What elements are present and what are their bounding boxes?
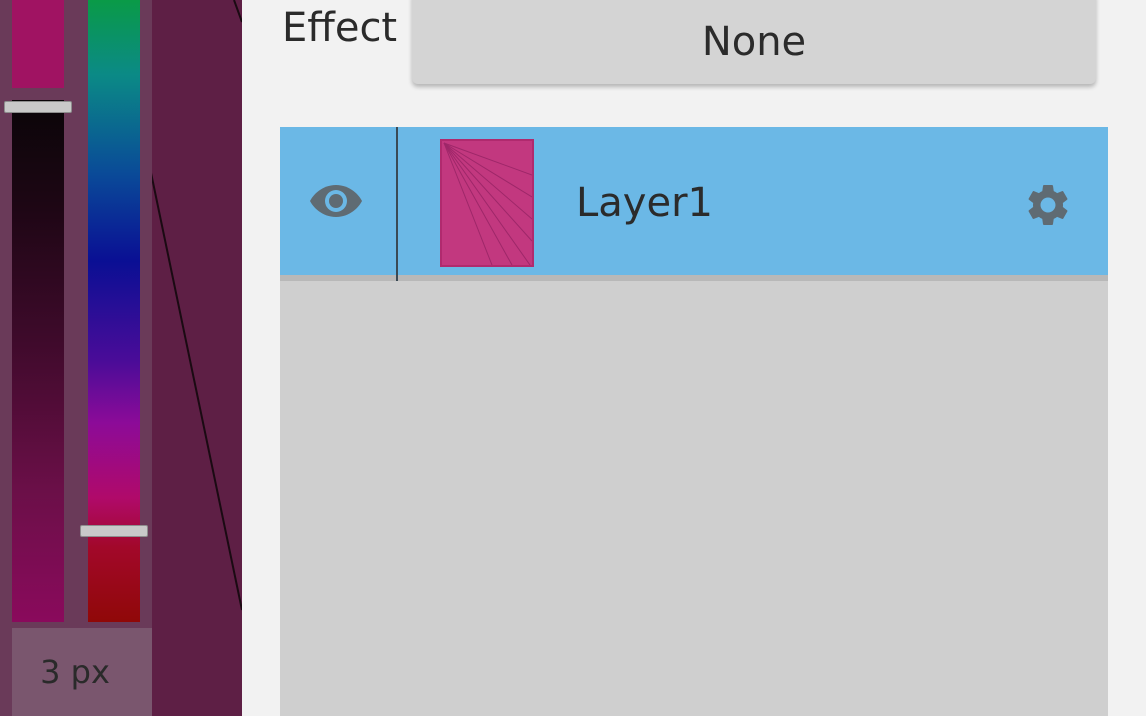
- layer-row[interactable]: Layer1: [280, 127, 1108, 281]
- layer-name: Layer1: [576, 180, 713, 226]
- effect-dropdown[interactable]: None: [412, 0, 1096, 84]
- layer-list[interactable]: Layer1: [280, 127, 1108, 716]
- color-tool-column: 3 px: [0, 0, 152, 716]
- effect-dropdown-value: None: [701, 19, 807, 65]
- brightness-slider-handle[interactable]: [4, 101, 72, 113]
- brush-size-indicator[interactable]: 3 px: [12, 628, 152, 716]
- thumbnail-preview: [443, 142, 532, 265]
- row-divider: [396, 127, 398, 281]
- brush-size-label: 3 px: [40, 653, 110, 691]
- brightness-slider[interactable]: [12, 100, 64, 622]
- current-color-swatch[interactable]: [12, 0, 64, 88]
- app-root: 3 px Effect None Layer1: [0, 0, 1146, 716]
- drawing-canvas[interactable]: 3 px: [0, 0, 242, 716]
- effect-label: Effect: [282, 5, 398, 51]
- eye-icon: [310, 185, 362, 217]
- layer-settings-button[interactable]: [1020, 177, 1076, 233]
- layer-thumbnail: [440, 139, 534, 267]
- hue-slider-handle[interactable]: [80, 525, 148, 537]
- gear-icon: [1028, 185, 1068, 225]
- layer-panel: Effect None Layer1: [242, 0, 1146, 716]
- layer-visibility-toggle[interactable]: [304, 177, 368, 225]
